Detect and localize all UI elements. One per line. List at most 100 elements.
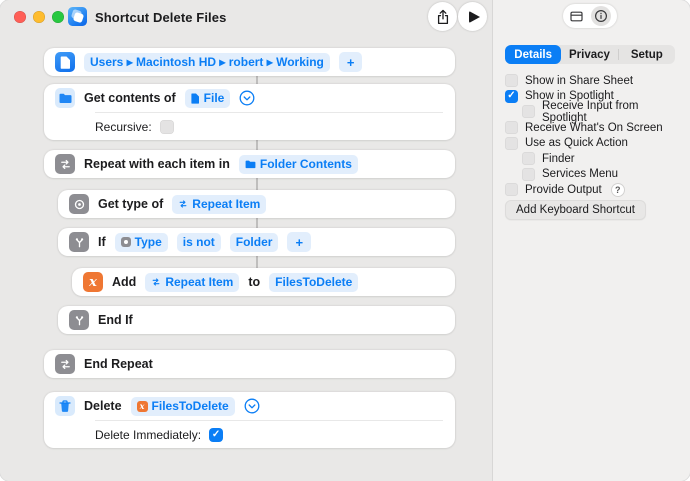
files-to-delete-token[interactable]: x FilesToDelete [130,396,235,416]
recursive-checkbox[interactable] [159,119,174,134]
repeat-icon [179,200,187,208]
variable-icon: x [83,272,103,292]
run-shortcut-button[interactable] [458,2,487,31]
action-end-repeat[interactable]: End Repeat [44,350,455,378]
option-label: Receive What's On Screen [525,121,663,134]
chevron-down-icon[interactable] [244,398,260,414]
option-receive-input-from-spotlight: Receive Input from Spotlight [505,100,683,124]
option-label: Receive Input from Spotlight [542,99,639,124]
add-path-component-button[interactable]: + [338,52,363,72]
details-options: Show in Share Sheet Show in Spotlight Re… [505,73,683,198]
option-label: Provide Output [525,183,602,196]
repeat-item-token[interactable]: Repeat Item [145,272,240,292]
option-services-menu: Services Menu [505,167,683,183]
action-label: End Repeat [84,357,153,371]
folder-contents-token[interactable]: Folder Contents [238,154,358,174]
repeat-icon [55,354,75,374]
flow-connector [256,256,258,268]
zoom-window-button[interactable] [52,11,64,23]
play-icon [468,10,480,23]
chevron-down-icon[interactable] [239,90,255,106]
inspector-tabs: Details Privacy Setup [505,45,675,64]
document-icon [55,52,75,72]
branch-icon [69,232,89,252]
option-show-in-share-sheet: Show in Share Sheet [505,73,683,89]
option-provide-output: Provide Output ? [505,182,683,198]
action-label: Get contents of [84,91,176,105]
flow-connector [256,178,258,190]
delete-immediately-label: Delete Immediately: [95,427,202,442]
repeat-item-token[interactable]: Repeat Item [172,194,267,214]
repeat-icon [152,278,160,286]
flow-connector [256,76,258,84]
action-repeat[interactable]: Repeat with each item in Folder Contents [44,150,455,178]
if-comparison-token[interactable]: Folder [229,232,279,252]
share-icon [436,9,450,25]
option-label: Use as Quick Action [525,137,628,150]
minimize-window-button[interactable] [33,11,45,23]
add-keyboard-shortcut-button[interactable]: Add Keyboard Shortcut [505,200,646,220]
action-label: End If [98,313,133,327]
option-receive-whats-on-screen: Receive What's On Screen [505,120,683,136]
checkbox[interactable] [505,89,518,103]
option-use-as-quick-action: Use as Quick Action [505,135,683,151]
checkbox[interactable] [522,105,535,119]
document-icon [191,93,199,104]
repeat-icon [55,154,75,174]
action-delete-files[interactable]: Delete x FilesToDelete Delete Immediatel… [44,392,455,448]
type-icon [120,237,131,247]
trash-icon [55,396,75,416]
content-box-icon[interactable] [569,9,584,23]
flow-connector [256,140,258,150]
action-end-if[interactable]: End If [58,306,455,334]
connector-word: to [248,275,261,289]
action-add-to-variable[interactable]: x Add Repeat Item to FilesToDelete [72,268,455,296]
checkbox[interactable] [505,74,518,88]
help-icon[interactable]: ? [610,182,625,197]
action-get-type[interactable]: Get type of Repeat Item [58,190,455,218]
shortcuts-window: Shortcut Delete Files Users ▸ Macintosh … [0,0,690,481]
tab-setup[interactable]: Setup [619,45,675,64]
recursive-label: Recursive: [95,119,152,134]
checkbox[interactable] [505,136,518,150]
file-variable-token[interactable]: File [184,88,231,108]
add-condition-button[interactable]: + [287,232,312,252]
delete-immediately-checkbox[interactable] [209,427,224,442]
tab-details[interactable]: Details [505,45,562,64]
checkbox[interactable] [522,152,535,166]
option-finder: Finder [505,151,683,167]
action-if[interactable]: If Type is not Folder + [58,228,455,256]
action-label: If [98,235,106,249]
checkbox[interactable] [505,121,518,135]
branch-icon [69,310,89,330]
action-label: Repeat with each item in [84,157,230,171]
share-button[interactable] [428,2,457,31]
if-subject-token[interactable]: Type [114,232,168,252]
option-label: Show in Share Sheet [525,74,634,87]
option-label: Services Menu [542,168,619,181]
checkbox[interactable] [522,167,535,181]
flow-connector [256,218,258,228]
tab-privacy[interactable]: Privacy [561,45,617,64]
action-label: Delete [84,399,122,413]
action-folder-path[interactable]: Users ▸ Macintosh HD ▸ robert ▸ Working … [44,48,455,76]
inspector-panel: Details Privacy Setup Show in Share Shee… [492,0,690,481]
close-window-button[interactable] [14,11,26,23]
variable-icon: x [136,400,148,412]
folder-icon [245,160,256,168]
window-title: Shortcut Delete Files [95,10,227,25]
file-path-token[interactable]: Users ▸ Macintosh HD ▸ robert ▸ Working [84,52,330,72]
get-type-icon [69,194,89,214]
folder-icon [55,88,75,108]
info-icon[interactable] [590,6,611,26]
editor-canvas: Shortcut Delete Files Users ▸ Macintosh … [0,0,492,481]
option-label: Finder [542,152,575,165]
action-label: Add [112,275,137,289]
if-operator-token[interactable]: is not [176,232,221,252]
shortcuts-app-icon [68,7,87,26]
inspector-toggle-group [563,4,617,28]
checkbox[interactable] [505,183,518,197]
action-get-contents[interactable]: Get contents of File Recursive: [44,84,455,140]
variable-name-token[interactable]: FilesToDelete [269,272,359,292]
action-label: Get type of [98,197,164,211]
